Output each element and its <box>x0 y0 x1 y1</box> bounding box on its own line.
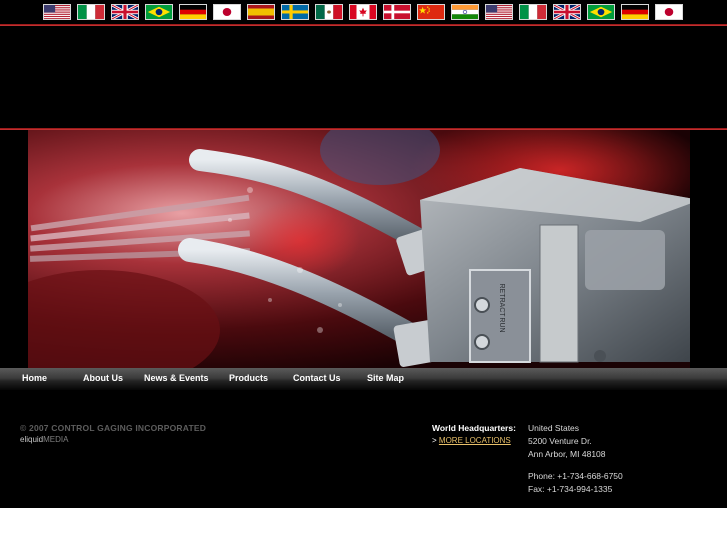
main-navigation-bar: Home About Us News & Events Products Con… <box>0 368 727 390</box>
uk-flag-icon[interactable] <box>111 4 139 20</box>
hq-street: 5200 Venture Dr. <box>528 436 592 446</box>
mexico-flag-icon[interactable] <box>315 4 343 20</box>
brazil-flag-icon[interactable] <box>587 4 615 20</box>
japan-flag-icon[interactable] <box>213 4 241 20</box>
germany-flag-icon[interactable] <box>179 4 207 20</box>
sweden-flag-icon[interactable] <box>281 4 309 20</box>
japan-flag-icon[interactable] <box>655 4 683 20</box>
credit-suffix: MEDIA <box>43 435 69 444</box>
site-credit[interactable]: eliquidMEDIA <box>20 435 68 444</box>
svg-text:RUN: RUN <box>498 317 505 332</box>
nav-contact-us[interactable]: Contact Us <box>293 373 341 383</box>
uk-flag-icon[interactable] <box>553 4 581 20</box>
header-top-divider <box>0 24 727 26</box>
nav-news-events[interactable]: News & Events <box>144 373 209 383</box>
us-flag-icon[interactable] <box>485 4 513 20</box>
copyright-text: © 2007 CONTROL GAGING INCORPORATED <box>20 423 207 433</box>
spain-flag-icon[interactable] <box>247 4 275 20</box>
hq-city: Ann Arbor, MI 48108 <box>528 449 606 459</box>
nav-site-map[interactable]: Site Map <box>367 373 404 383</box>
hq-country: United States <box>528 423 580 433</box>
italy-flag-icon[interactable] <box>77 4 105 20</box>
world-headquarters-label: World Headquarters: <box>432 423 516 433</box>
hq-fax: Fax: +1-734-994-1335 <box>528 484 613 494</box>
more-locations-arrow: > <box>432 436 437 445</box>
page: RETRACT RUN Home About Us News & Events … <box>0 0 727 508</box>
denmark-flag-icon[interactable] <box>383 4 411 20</box>
more-locations-link[interactable]: MORE LOCATIONS <box>439 436 511 445</box>
us-flag-icon[interactable] <box>43 4 71 20</box>
credit-prefix: eliquid <box>20 435 44 444</box>
italy-flag-icon[interactable] <box>519 4 547 20</box>
brazil-flag-icon[interactable] <box>145 4 173 20</box>
canada-flag-icon[interactable] <box>349 4 377 20</box>
india-flag-icon[interactable] <box>451 4 479 20</box>
nav-about-us[interactable]: About Us <box>83 373 123 383</box>
hq-phone: Phone: +1-734-668-6750 <box>528 471 623 481</box>
more-locations: > MORE LOCATIONS <box>432 436 511 445</box>
svg-text:RETRACT: RETRACT <box>498 283 505 317</box>
nav-home[interactable]: Home <box>22 373 47 383</box>
language-flag-bar <box>0 0 727 24</box>
china-flag-icon[interactable] <box>417 4 445 20</box>
hero-machine-image: RETRACT RUN <box>0 130 727 368</box>
nav-products[interactable]: Products <box>229 373 268 383</box>
germany-flag-icon[interactable] <box>621 4 649 20</box>
